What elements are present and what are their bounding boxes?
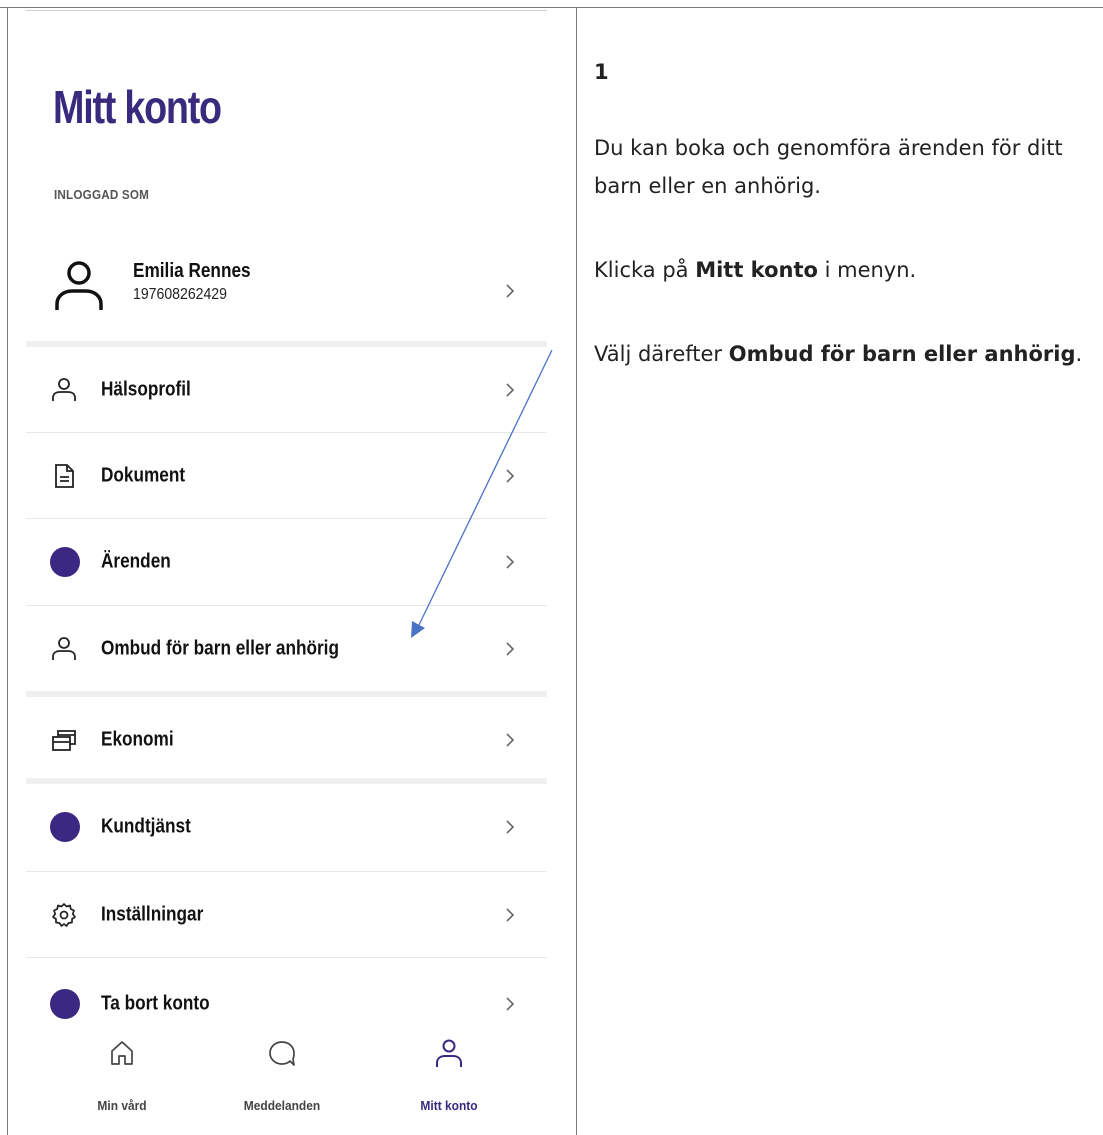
frame-left-border <box>7 7 8 1135</box>
nav-label: Min vård <box>97 1098 147 1113</box>
instruction-text: . <box>1075 342 1083 366</box>
nav-label: Mitt konto <box>420 1098 478 1113</box>
menu-item-label: Inställningar <box>101 903 204 926</box>
chevron-right-icon <box>506 642 515 656</box>
app-screenshot: Mitt konto INLOGGAD SOM Emilia Rennes 19… <box>26 10 547 1135</box>
document-icon <box>55 464 74 488</box>
dot-icon <box>50 812 80 842</box>
home-icon <box>111 1041 133 1065</box>
user-profile-row[interactable]: Emilia Rennes 197608262429 <box>26 235 547 347</box>
page-title: Mitt konto <box>53 81 222 133</box>
menu-item-label: Dokument <box>101 464 186 487</box>
nav-label: Meddelanden <box>243 1098 321 1113</box>
person-icon <box>52 378 76 401</box>
nav-mitt-konto[interactable]: Mitt konto <box>379 1020 519 1135</box>
dot-icon <box>50 989 80 1019</box>
menu-item-installningar[interactable]: Inställningar <box>26 872 547 958</box>
nav-meddelanden[interactable]: Meddelanden <box>212 1020 352 1135</box>
status-divider <box>26 10 547 11</box>
chevron-right-icon <box>506 555 515 569</box>
menu-item-kundtjanst[interactable]: Kundtjänst <box>26 784 547 870</box>
step-number: 1 <box>594 60 609 84</box>
menu-item-label: Ta bort konto <box>101 992 210 1015</box>
user-name: Emilia Rennes <box>133 260 251 282</box>
menu-item-label: Ärenden <box>101 550 171 573</box>
chat-bubble-icon <box>269 1041 295 1066</box>
instruction-text: Klicka på <box>594 258 696 282</box>
person-icon <box>436 1039 462 1067</box>
gear-icon <box>52 903 76 927</box>
instruction-text: i menyn. <box>817 258 917 282</box>
nav-min-vard[interactable]: Min vård <box>52 1020 192 1135</box>
instruction-emphasis: Ombud för barn eller anhörig <box>728 342 1076 366</box>
chevron-right-icon <box>506 284 515 298</box>
bottom-navigation: Min vård Meddelanden Mitt konto <box>26 1020 547 1135</box>
chevron-right-icon <box>506 997 515 1011</box>
chevron-right-icon <box>506 908 515 922</box>
menu-item-ombud[interactable]: Ombud för barn eller anhörig <box>26 606 547 692</box>
cards-icon <box>52 730 76 751</box>
menu-item-arenden[interactable]: Ärenden <box>26 519 547 605</box>
instructions-step-click: Klicka på Mitt konto i menyn. <box>594 251 1099 289</box>
frame-top-border <box>0 7 1103 8</box>
chevron-right-icon <box>506 820 515 834</box>
menu-item-label: Ekonomi <box>101 728 174 751</box>
user-avatar-icon <box>55 261 103 310</box>
chevron-right-icon <box>506 469 515 483</box>
instructions-intro: Du kan boka och genomföra ärenden för di… <box>594 136 1063 198</box>
chevron-right-icon <box>506 383 515 397</box>
menu-item-label: Hälsoprofil <box>101 378 191 401</box>
frame-column-divider <box>576 7 577 1135</box>
menu-item-ekonomi[interactable]: Ekonomi <box>26 697 547 783</box>
menu-item-dokument[interactable]: Dokument <box>26 433 547 519</box>
instruction-emphasis: Mitt konto <box>695 258 818 282</box>
logged-in-label: INLOGGAD SOM <box>54 187 150 202</box>
user-personal-number: 197608262429 <box>133 286 227 303</box>
menu-item-label: Ombud för barn eller anhörig <box>101 637 339 660</box>
menu-item-halsoprofil[interactable]: Hälsoprofil <box>26 347 547 433</box>
instruction-text: Välj därefter <box>594 342 729 366</box>
chevron-right-icon <box>506 733 515 747</box>
instructions-step-choose: Välj därefter Ombud för barn eller anhör… <box>594 335 1099 373</box>
person-icon <box>52 637 76 660</box>
dot-icon <box>50 547 80 577</box>
menu-item-label: Kundtjänst <box>101 815 191 838</box>
